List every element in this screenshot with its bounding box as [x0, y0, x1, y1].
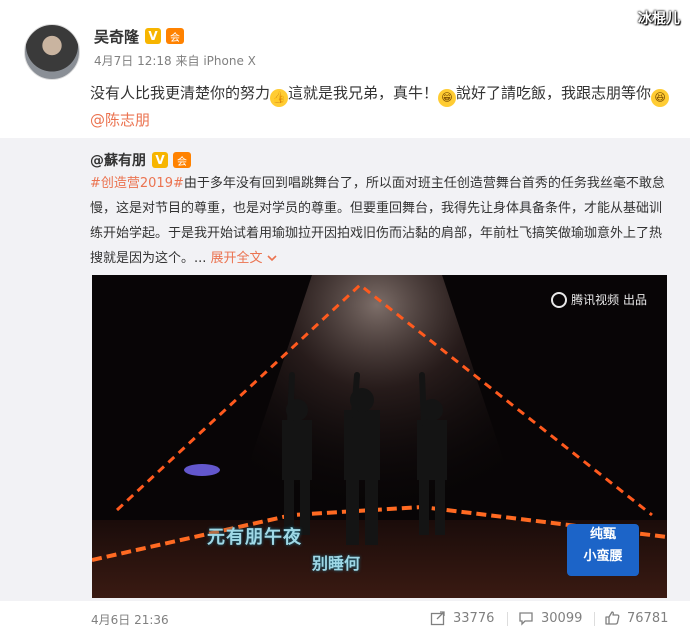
comment-icon: [519, 612, 533, 626]
verified-badge-icon: V: [145, 28, 162, 44]
author-name[interactable]: 吴奇隆: [94, 26, 139, 47]
member-badge-icon: 会: [173, 152, 191, 168]
thumbs-up-icon: 👍: [270, 89, 289, 107]
hashtag-link[interactable]: #创造营2019#: [90, 176, 184, 191]
post-source: 来自 iPhone X: [175, 54, 256, 68]
repost-header: @蘇有朋 V 会: [90, 150, 191, 170]
author-info: 吴奇隆 V 会 4月7日 12:18 来自 iPhone X: [94, 24, 256, 80]
watermark: 冰棍儿: [638, 11, 680, 27]
like-button[interactable]: 76781: [604, 610, 668, 626]
mention-link[interactable]: @陈志朋: [90, 111, 150, 129]
comment-button[interactable]: 30099: [518, 610, 582, 626]
post-text-1: 没有人比我更清楚你的努力: [90, 84, 271, 102]
laugh-emoji-icon: 😆: [651, 89, 670, 107]
post-text-2: 這就是我兄弟，真牛！: [288, 84, 439, 102]
play-logo-icon: [551, 291, 568, 308]
repost-text: #创造营2019#由于多年没有回到唱跳舞台了，所以面对班主任创造营舞台首秀的任务…: [90, 171, 670, 271]
share-icon: [430, 611, 445, 626]
post-text: 没有人比我更清楚你的努力 👍 這就是我兄弟，真牛！ 😁 說好了請吃飯，我跟志朋等你 😆 @陈…: [90, 80, 680, 133]
repost-date[interactable]: 4月6日 21:36: [91, 611, 169, 628]
member-badge-icon: 会: [166, 28, 185, 44]
repost-author[interactable]: @蘇有朋: [90, 150, 146, 170]
chevron-down-icon: [267, 255, 277, 262]
post-date[interactable]: 4月7日 12:18: [94, 54, 172, 68]
repost-count: 33776: [453, 610, 495, 626]
verified-badge-icon: V: [152, 152, 168, 168]
thumbs-up-icon: [605, 611, 620, 625]
comment-count: 30099: [541, 610, 583, 626]
reposted-content: @蘇有朋 V 会 #创造营2019#由于多年没有回到唱跳舞台了，所以面对班主任创…: [0, 138, 690, 601]
sponsor-badge: 纯甄 小蛮腰: [567, 524, 639, 576]
divider: [594, 612, 595, 626]
video-player[interactable]: 腾讯视频 出品 元有朋午夜 别睡何 纯甄 小蛮腰: [92, 275, 667, 598]
video-caption: 元有朋午夜: [207, 527, 302, 548]
avatar[interactable]: [24, 24, 80, 80]
grin-emoji-icon: 😁: [438, 89, 457, 107]
divider: [507, 612, 508, 626]
post-footer: 4月6日 21:36 33776 30099 76781: [0, 601, 690, 641]
video-caption-secondary: 别睡何: [312, 554, 361, 573]
post-meta: 4月7日 12:18 来自 iPhone X: [94, 52, 256, 69]
repost-button[interactable]: 33776: [430, 610, 494, 626]
post-header: 吴奇隆 V 会 4月7日 12:18 来自 iPhone X: [24, 24, 256, 80]
like-count: 76781: [627, 610, 669, 626]
post-text-3: 說好了請吃飯，我跟志朋等你: [456, 84, 652, 102]
expand-full-text-link[interactable]: 展开全文: [211, 251, 277, 266]
tencent-video-brand: 腾讯视频 出品: [551, 291, 647, 308]
